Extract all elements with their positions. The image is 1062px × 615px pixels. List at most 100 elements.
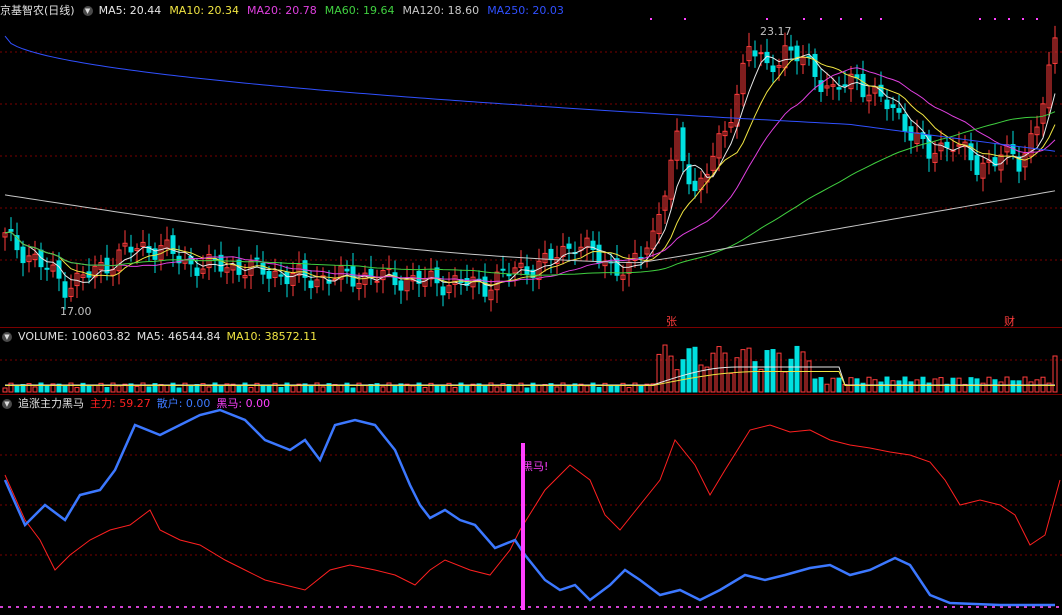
volume-bar-48 xyxy=(290,385,296,393)
candle-body-139 xyxy=(836,87,842,90)
candle-body-150 xyxy=(902,114,908,132)
volume-bar-89 xyxy=(536,384,542,393)
volume-bar-35 xyxy=(212,382,218,393)
volume-bar-70 xyxy=(422,386,428,393)
top-marker-dot-5 xyxy=(840,18,842,20)
volume-bar-105 xyxy=(632,382,638,393)
candle-body-147 xyxy=(884,99,890,110)
volume-bar-137 xyxy=(824,383,830,393)
ma-indicator-3: MA60: 19.64 xyxy=(324,4,395,17)
top-marker-dot-7 xyxy=(880,18,882,20)
volume-bar-104 xyxy=(626,386,632,393)
volume-bar-24 xyxy=(146,386,152,393)
candle-body-84 xyxy=(506,273,512,277)
top-marker-dot-8 xyxy=(979,18,981,20)
volume-bar-64 xyxy=(386,382,392,393)
volume-bar-171 xyxy=(1028,381,1034,393)
candle-body-125 xyxy=(752,50,758,57)
volume-bar-120 xyxy=(722,352,728,393)
volume-bar-132 xyxy=(794,345,800,393)
candle-body-80 xyxy=(482,276,488,297)
volume-bar-7 xyxy=(44,385,50,393)
candle-body-57 xyxy=(344,268,350,272)
candle-body-32 xyxy=(194,267,200,276)
sanhu-line xyxy=(3,408,1055,607)
ma-indicator-0: MA5: 20.44 xyxy=(98,4,162,17)
candle-body-83 xyxy=(500,268,506,271)
volume-bar-98 xyxy=(590,382,596,393)
candle-body-99 xyxy=(596,244,602,264)
volume-bar-46 xyxy=(278,386,284,393)
volume-bar-41 xyxy=(248,386,254,393)
candle-body-151 xyxy=(908,126,914,141)
volume-bar-39 xyxy=(236,385,242,393)
top-marker-dot-9 xyxy=(994,18,996,20)
volume-bar-149 xyxy=(896,380,902,393)
volume-bar-121 xyxy=(728,372,734,393)
volume-indicator-divider xyxy=(0,394,1062,395)
candle-body-51 xyxy=(308,280,314,289)
candle-body-113 xyxy=(680,127,686,162)
candle-body-42 xyxy=(254,257,260,260)
volume-ma5: MA5: 46544.84 xyxy=(136,330,221,343)
ma-indicator-2: MA20: 20.78 xyxy=(247,4,317,17)
volume-bar-14 xyxy=(86,384,92,393)
volume-bar-15 xyxy=(92,384,98,393)
top-marker-dot-10 xyxy=(1008,18,1010,20)
volume-bar-114 xyxy=(686,348,692,393)
indicator-title: 追涨主力黑马 xyxy=(18,397,84,410)
settings-circle-icon[interactable]: ▼ xyxy=(82,6,93,16)
candle-body-65 xyxy=(392,272,398,286)
candle-body-135 xyxy=(812,53,818,77)
cai-marker: 财 xyxy=(1004,315,1015,328)
volume-bar-63 xyxy=(380,386,386,393)
candle-body-1 xyxy=(8,229,14,232)
indicator-settings-icon[interactable]: ▼ xyxy=(2,399,12,409)
volume-bar-85 xyxy=(512,384,518,393)
candle-body-73 xyxy=(440,286,446,296)
volume-bar-29 xyxy=(176,387,182,393)
price-volume-divider xyxy=(0,327,1062,328)
volume-bar-97 xyxy=(584,385,590,393)
volume-settings-icon[interactable]: ▼ xyxy=(2,332,12,342)
heima-signal-label: 黑马! xyxy=(522,460,549,473)
sanhu-value: 散户: 0.00 xyxy=(156,397,211,410)
volume-bar-58 xyxy=(350,387,356,393)
volume-bar-168 xyxy=(1010,380,1016,393)
candle-body-115 xyxy=(692,180,698,192)
candle-body-126 xyxy=(758,52,764,55)
ma-indicator-list: MA5: 20.44 MA10: 20.34 MA20: 20.78 MA60: 19… xyxy=(99,3,572,19)
candle-body-157 xyxy=(944,141,950,148)
volume-bar-106 xyxy=(638,385,644,393)
volume-bar-65 xyxy=(392,385,398,393)
top-marker-dot-12 xyxy=(1036,18,1038,20)
price-panel-header: 京基智农(日线) ▼ MA5: 20.44 MA10: 20.34 MA20: 20… xyxy=(0,3,572,19)
chart-canvas[interactable] xyxy=(0,0,1062,615)
volume-bar-166 xyxy=(998,381,1004,393)
volume-bar-118 xyxy=(710,352,716,393)
top-marker-dot-4 xyxy=(820,18,822,20)
top-marker-dot-3 xyxy=(803,18,805,20)
volume-bar-128 xyxy=(770,349,776,393)
volume-bar-102 xyxy=(614,384,620,393)
candle-body-128 xyxy=(770,65,776,73)
volume-bar-138 xyxy=(830,377,836,393)
volume-bar-68 xyxy=(410,385,416,393)
volume-bar-34 xyxy=(206,386,212,393)
top-marker-dot-6 xyxy=(860,18,862,20)
volume-bar-47 xyxy=(284,382,290,393)
volume-bar-151 xyxy=(908,381,914,393)
volume-bar-126 xyxy=(758,368,764,393)
volume-bar-92 xyxy=(554,386,560,393)
volume-bar-111 xyxy=(668,355,674,393)
zhuli-value: 主力: 59.27 xyxy=(90,397,151,410)
ma-indicator-4: MA120: 18.60 xyxy=(402,4,480,17)
volume-bar-27 xyxy=(164,384,170,393)
volume-bar-81 xyxy=(488,382,494,393)
volume-bar-135 xyxy=(812,378,818,393)
candle-body-10 xyxy=(62,281,68,298)
volume-bar-122 xyxy=(734,357,740,393)
volume-bar-99 xyxy=(596,386,602,393)
volume-bar-51 xyxy=(308,385,314,393)
volume-bar-60 xyxy=(362,384,368,393)
